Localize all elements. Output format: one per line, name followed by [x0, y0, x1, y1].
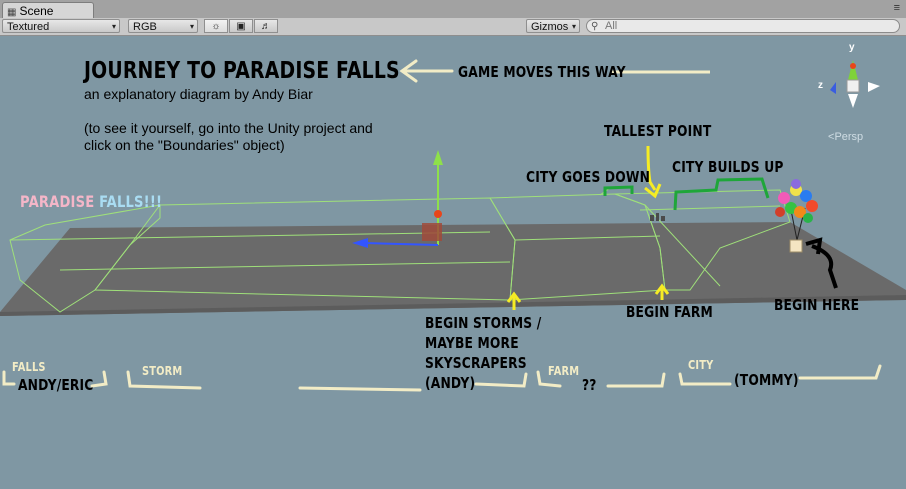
z-axis-cone: [830, 82, 836, 94]
audio-toggle[interactable]: ♬: [254, 19, 278, 33]
paradise-word: PARADISE: [20, 192, 95, 211]
tab-scene[interactable]: ▦ Scene: [2, 2, 94, 19]
city-builds-up-bracket: [673, 177, 770, 211]
center-cube: [846, 79, 860, 93]
dropdown-arrow-icon: ▾: [571, 22, 576, 31]
city-builds-up-label: CITY BUILDS UP: [672, 158, 784, 176]
section-falls-label: FALLS: [12, 360, 46, 374]
begin-storms-line1: BEGIN STORMS /: [425, 314, 542, 332]
gizmos-dropdown[interactable]: Gizmos ▾: [526, 19, 580, 33]
gizmo-z-label: z: [818, 80, 823, 91]
diagram-title: JOURNEY TO PARADISE FALLS: [84, 58, 400, 84]
begin-farm-label: BEGIN FARM: [626, 303, 713, 321]
section-falls-owner: ANDY/ERIC: [18, 376, 94, 394]
diagram-note-line1: (to see it yourself, go into the Unity p…: [84, 120, 373, 136]
projection-label: Persp: [834, 131, 864, 143]
diagram-note-line2: click on the "Boundaries" object): [84, 137, 285, 153]
game-direction-label: GAME MOVES THIS WAY: [458, 63, 626, 81]
tab-bar: ▦ Scene ≡: [0, 0, 906, 19]
section-farm-label: FARM: [548, 364, 580, 378]
search-placeholder: All: [605, 20, 618, 32]
diagram-subtitle: an explanatory diagram by Andy Biar: [84, 86, 313, 102]
paradise-falls-label: PARADISE FALLS!!!: [20, 192, 162, 211]
scene-toolbar: Textured ▾ RGB ▾ ☼ ▣ ♬ Gizmos ▾ ⚲ All: [0, 18, 906, 36]
render-mode-value: Textured: [7, 21, 50, 33]
render-mode-dropdown[interactable]: Textured ▾: [2, 19, 120, 33]
neg-y-cone: [848, 94, 858, 108]
dropdown-arrow-icon: ▾: [189, 22, 194, 31]
search-input[interactable]: ⚲ All: [586, 19, 900, 33]
city-goes-down-label: CITY GOES DOWN: [526, 168, 651, 186]
dropdown-arrow-icon: ▾: [111, 22, 116, 31]
color-mode-dropdown[interactable]: RGB ▾: [128, 19, 198, 33]
tallest-point-label: TALLEST POINT: [604, 122, 712, 140]
falls-word: FALLS!!!: [99, 192, 163, 211]
section-storm-label: STORM: [142, 364, 183, 378]
building-icon: [650, 215, 654, 221]
begin-storms-line4: (ANDY): [425, 374, 476, 392]
search-icon: ⚲: [591, 21, 599, 32]
begin-here-label: BEGIN HERE: [774, 296, 860, 314]
begin-storms-line3: SKYSCRAPERS: [425, 354, 527, 372]
orientation-gizmo[interactable]: [830, 60, 880, 108]
scene-viewport[interactable]: JOURNEY TO PARADISE FALLS an explanatory…: [0, 36, 906, 489]
image-icon: ▣: [236, 21, 246, 32]
tab-menu-icon[interactable]: ≡: [894, 2, 900, 14]
projection-toggle[interactable]: <Persp: [828, 131, 863, 143]
speaker-icon: ♬: [261, 21, 271, 32]
building-icon: [661, 216, 665, 221]
tab-scene-label: Scene: [19, 4, 54, 18]
scene-drawing: [0, 59, 906, 392]
gizmo-y-label: y: [849, 42, 855, 53]
sun-icon: ☼: [211, 21, 221, 32]
scene-fx-toggle[interactable]: ▣: [229, 19, 253, 33]
game-direction-arrow-icon: [399, 59, 454, 83]
section-farm-owner: ??: [582, 376, 597, 394]
begin-storms-line2: MAYBE MORE: [425, 334, 519, 352]
section-city-owner: (TOMMY): [734, 371, 799, 389]
section-city-label: CITY: [688, 358, 714, 372]
lighting-toggle[interactable]: ☼: [204, 19, 228, 33]
gizmos-label: Gizmos: [531, 21, 569, 33]
building-icon: [656, 213, 659, 221]
x-axis-cone: [868, 82, 880, 92]
color-mode-value: RGB: [133, 21, 157, 33]
